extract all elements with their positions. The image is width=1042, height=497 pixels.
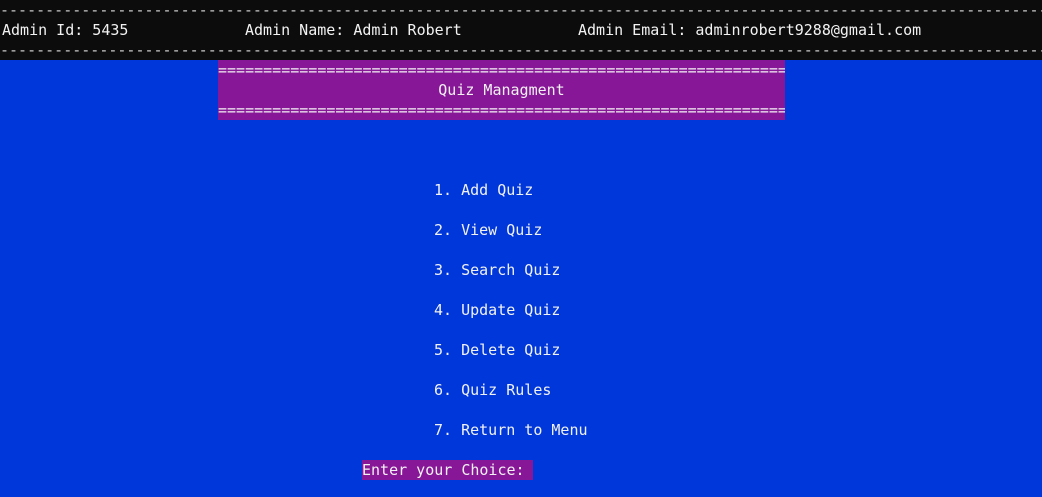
choice-input-prompt[interactable]: Enter your Choice:	[362, 460, 533, 480]
title-banner: ========================================…	[218, 60, 785, 120]
menu-item-delete-quiz: 5. Delete Quiz	[434, 341, 561, 359]
admin-info-bar: ----------------------------------------…	[0, 0, 1042, 60]
menu-item-return-to-menu: 7. Return to Menu	[434, 421, 588, 439]
header-dash-bottom: ----------------------------------------…	[0, 41, 1042, 59]
admin-email: Admin Email: adminrobert9288@gmail.com	[578, 21, 922, 39]
admin-id: Admin Id: 5435	[2, 21, 129, 39]
menu-item-quiz-rules: 6. Quiz Rules	[434, 381, 552, 399]
menu-item-search-quiz: 3. Search Quiz	[434, 261, 561, 279]
menu-item-update-quiz: 4. Update Quiz	[434, 301, 561, 319]
page-title: Quiz Managment	[438, 81, 565, 99]
admin-name: Admin Name: Admin Robert	[245, 21, 462, 39]
header-dash-top: ----------------------------------------…	[0, 1, 1042, 19]
menu-item-add-quiz: 1. Add Quiz	[434, 181, 534, 199]
title-divider-top: ========================================…	[218, 61, 785, 79]
title-divider-bottom: ========================================…	[218, 101, 785, 119]
menu-item-view-quiz: 2. View Quiz	[434, 221, 543, 239]
